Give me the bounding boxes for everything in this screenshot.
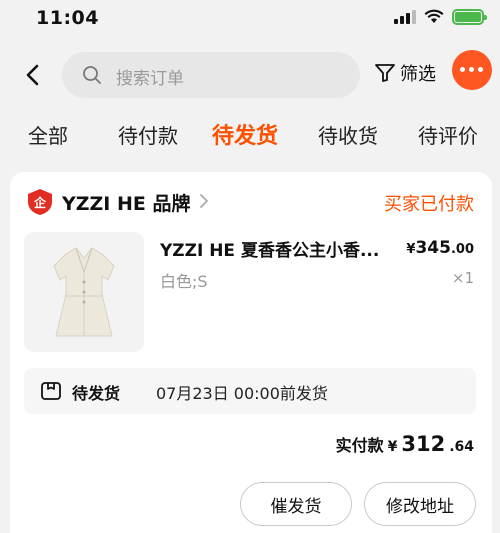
order-tabs: 全部 待付款 待发货 待收货 待评价 [0, 112, 500, 156]
package-icon [41, 382, 61, 400]
paid-label: 实付款 [335, 436, 384, 455]
product-title[interactable]: YZZI HE 夏香香公主小香... [160, 236, 400, 261]
paid-amount: 实付款 ¥312.64 [336, 432, 474, 456]
product-image[interactable] [24, 232, 144, 352]
dress-image-icon [53, 247, 115, 337]
price-decimal: .00 [450, 242, 474, 257]
svg-text:企: 企 [33, 195, 47, 210]
filter-label: 筛选 [400, 64, 436, 85]
product-price: ¥345.00 [406, 238, 474, 258]
paid-currency: ¥ [387, 439, 398, 455]
shipping-label: 待发货 [72, 384, 121, 403]
back-icon[interactable] [18, 60, 48, 90]
change-address-button[interactable]: 修改地址 [364, 482, 476, 526]
chevron-right-icon [200, 194, 208, 208]
product-spec: 白色;S [160, 272, 208, 291]
order-card: 企 YZZI HE 品牌 买家已付款 YZZI HE 夏香香公主小香... ¥3… [10, 172, 492, 533]
filter-icon [375, 64, 395, 82]
shop-name[interactable]: YZZI HE 品牌 [62, 189, 191, 216]
more-dots-icon [460, 67, 483, 72]
status-time: 11:04 [36, 7, 99, 29]
battery-icon [452, 9, 487, 25]
tab-pending-shipment[interactable]: 待发货 [212, 118, 278, 150]
search-icon [83, 66, 101, 84]
status-bar: 11:04 [0, 0, 500, 40]
tab-pending-payment[interactable]: 待付款 [118, 120, 178, 149]
filter-button[interactable]: 筛选 [374, 60, 436, 86]
paid-decimal: .64 [449, 439, 474, 455]
search-placeholder: 搜索订单 [116, 69, 184, 89]
tab-pending-receipt[interactable]: 待收货 [318, 120, 378, 149]
tab-pending-review[interactable]: 待评价 [418, 120, 478, 149]
shipping-info: 待发货 07月23日 00:00前发货 [24, 368, 476, 414]
paid-integer: 312 [401, 432, 446, 456]
price-integer: 345 [415, 238, 451, 258]
cellular-signal-icon [394, 10, 416, 24]
tab-all[interactable]: 全部 [28, 120, 68, 149]
product-quantity: ×1 [451, 269, 474, 287]
status-icons [394, 9, 487, 25]
shipping-deadline: 07月23日 00:00前发货 [156, 384, 328, 403]
order-status: 买家已付款 [384, 194, 474, 215]
urge-shipment-button[interactable]: 催发货 [240, 482, 352, 526]
more-button[interactable] [452, 50, 492, 90]
search-input[interactable]: 搜索订单 [62, 52, 360, 98]
shop-logo-icon: 企 [28, 189, 52, 215]
wifi-icon [424, 9, 444, 23]
top-bar: 搜索订单 筛选 [0, 50, 500, 100]
